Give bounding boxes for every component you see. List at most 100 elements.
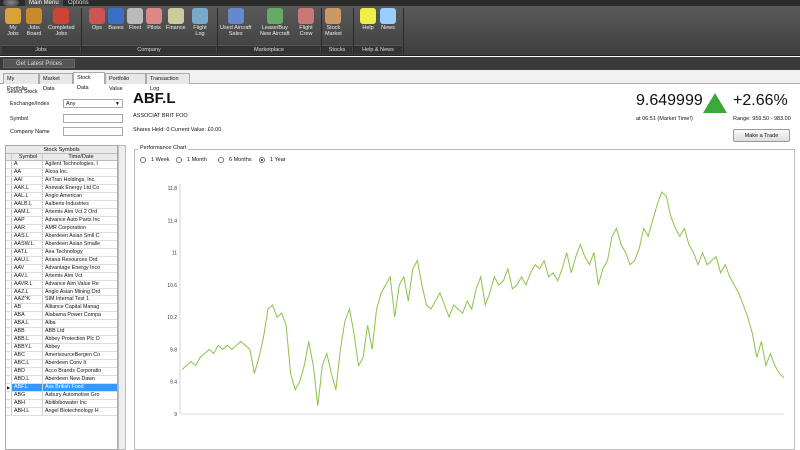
cell-symbol: AAT.L xyxy=(12,248,43,256)
table-row[interactable]: ABC.L Aberdeen Conv It xyxy=(6,360,117,369)
table-row[interactable]: ABA Alabama Power Compa xyxy=(6,312,117,321)
table-row[interactable]: ▶ ABF.L Ass British Food xyxy=(6,384,117,393)
company-name-input[interactable] xyxy=(63,127,123,136)
completed-jobs-button[interactable]: Completed Jobs xyxy=(48,8,75,37)
period-radio-1-month[interactable]: 1 Month xyxy=(176,157,207,163)
ops-button[interactable]: Ops xyxy=(89,8,105,31)
ribbon-separator xyxy=(403,8,404,54)
table-row[interactable]: AAP Advance Auto Parts Inc xyxy=(6,216,117,225)
table-row[interactable]: AAM.L Artemis Aim Vct 2 Ord xyxy=(6,208,117,217)
company-label: Company Name xyxy=(10,129,50,135)
cell-symbol: AAR xyxy=(12,224,43,232)
table-row[interactable]: AB Alliance Capital Manag xyxy=(6,304,117,313)
radio-circle-icon xyxy=(218,157,224,163)
table-row[interactable]: ABBY.L Abbey xyxy=(6,344,117,353)
period-radio-1-year[interactable]: 1 Year xyxy=(259,157,286,163)
chart-title: Performance Chart xyxy=(138,145,189,151)
table-row[interactable]: AAS.L Aberdeen Asian Smll C xyxy=(6,232,117,241)
jobs-button[interactable]: My Jobs xyxy=(5,8,21,37)
table-row[interactable]: AAZ.L Anglo Asian Mining Ord xyxy=(6,288,117,297)
table-row[interactable]: ABH Abitibibowater Inc xyxy=(6,400,117,409)
cell-symbol: AAP xyxy=(12,216,43,224)
ribbon-group-label: Help & News xyxy=(354,45,402,54)
y-tick-label: 9.4 xyxy=(170,380,177,386)
symbol-input[interactable] xyxy=(63,114,123,123)
tab-market-data[interactable]: Market Data xyxy=(39,73,73,92)
pilots-button[interactable]: Pilots xyxy=(146,8,162,31)
tab-transaction-log[interactable]: Transaction Log xyxy=(146,73,190,92)
table-row[interactable]: AAV.L Artemis Aim Vct xyxy=(6,272,117,281)
ribbon-button-label: Flight Crew xyxy=(299,25,313,37)
table-row[interactable]: AAK.L Anewak Energy Ltd Co xyxy=(6,184,117,193)
jobs-board-button[interactable]: Jobs Board xyxy=(26,8,42,37)
table-row[interactable]: ABH.L Angel Biotechnology H xyxy=(6,408,117,416)
lease-buy-button[interactable]: Lease/Buy New Aircraft xyxy=(260,8,290,37)
period-radio-1-week[interactable]: 1 Week xyxy=(140,157,170,163)
tab-stock-data[interactable]: Stock Data xyxy=(73,72,105,91)
table-row[interactable]: AAVR.L Advance Aim Value Re xyxy=(6,280,117,289)
ribbon-button-label: Ops xyxy=(91,25,103,31)
y-tick-label: 10.2 xyxy=(167,315,177,321)
table-row[interactable]: A Agilent Technologies, I xyxy=(6,161,117,169)
news-button[interactable]: News xyxy=(380,8,396,31)
table-row[interactable]: ABG Asbury Automotive Gro xyxy=(6,392,117,401)
col-time-date[interactable]: Time/Date xyxy=(43,154,117,160)
exchange-select[interactable]: Any ▼ xyxy=(63,99,123,108)
cell-name: Advantage Energy Inco xyxy=(45,264,101,271)
y-tick-label: 11 xyxy=(172,251,177,257)
fleet-button[interactable]: Fleet xyxy=(127,8,143,31)
table-row[interactable]: AA Alcoa Inc. xyxy=(6,168,117,177)
cell-name: Artemis Aim Vct 2 Ord xyxy=(45,208,98,215)
flight-log-button[interactable]: Flight Log xyxy=(192,8,208,37)
make-trade-button[interactable]: Make a Trade xyxy=(733,129,790,142)
table-row[interactable]: AAT.L Aea Technology xyxy=(6,248,117,257)
table-row[interactable]: AAI AirTran Holdings, Inc. xyxy=(6,176,117,185)
table-row[interactable]: AAU.L Ariana Resources Ord xyxy=(6,256,117,265)
y-tick-label: 11.4 xyxy=(168,218,178,224)
period-label: 1 Week xyxy=(151,157,170,163)
cell-symbol: AAZ^K xyxy=(12,296,43,304)
cell-symbol: ABA xyxy=(12,312,43,320)
col-symbol[interactable]: Symbol xyxy=(12,154,43,160)
table-row[interactable]: ABD Acco Brands Corporatio xyxy=(6,368,117,377)
bases-button[interactable]: Bases xyxy=(108,8,124,31)
flight-crew-button[interactable]: Flight Crew xyxy=(298,8,314,37)
table-row[interactable]: AAZ^K SIM Internal Test 1 xyxy=(6,296,117,305)
cell-name: Advance Aim Value Re xyxy=(45,280,99,287)
stock-market-button[interactable]: Stock Market xyxy=(325,8,342,37)
table-row[interactable]: AAL.L Anglo American xyxy=(6,192,117,201)
tab-my-portfolio[interactable]: My Portfolio xyxy=(3,73,39,92)
cell-name: Artemis Aim Vct xyxy=(45,272,83,279)
cell-symbol: AAU.L xyxy=(12,256,43,264)
cell-symbol: AAI xyxy=(12,176,43,184)
cell-symbol: AAK.L xyxy=(12,184,43,192)
cell-name: Abitibibowater Inc xyxy=(45,400,87,407)
cell-symbol: ABH.L xyxy=(12,408,43,415)
news-icon xyxy=(380,8,396,24)
radio-circle-icon xyxy=(259,157,265,163)
cell-name: Advance Auto Parts Inc xyxy=(45,216,101,223)
used-aircraft-sales-button[interactable]: Used Aircraft Sales xyxy=(220,8,251,37)
ribbon-group-label: Marketplace xyxy=(218,45,320,54)
table-row[interactable]: ABD.L Aberdeen New Dawn xyxy=(6,376,117,385)
flight-crew-icon xyxy=(298,8,314,24)
jobs-board-icon xyxy=(26,8,42,24)
tab-portfolio-value[interactable]: Portfolio Value xyxy=(105,73,146,92)
period-radio-6-months[interactable]: 6 Months xyxy=(218,157,252,163)
stock-symbols-grid[interactable]: Stock Symbols Symbol Time/Date A Agilent … xyxy=(5,145,118,450)
get-latest-prices-button[interactable]: Get Latest Prices xyxy=(3,59,76,68)
table-row[interactable]: AALB.L Aalberts Industries xyxy=(6,200,117,209)
y-tick-label: 10.6 xyxy=(167,283,177,289)
table-row[interactable]: AAV Advantage Energy Inco xyxy=(6,264,117,273)
grid-scrollbar[interactable] xyxy=(118,145,126,450)
finance-button[interactable]: Finance xyxy=(166,8,186,31)
table-row[interactable]: ABC AmerisourceBergen Co xyxy=(6,352,117,361)
cell-name: AMR Corporation xyxy=(45,224,86,231)
table-row[interactable]: AAR AMR Corporation xyxy=(6,224,117,233)
cell-symbol: AAM.L xyxy=(12,208,43,216)
table-row[interactable]: AASW.L Aberdeen Asian Smalle xyxy=(6,240,117,249)
table-row[interactable]: ABB.L Abbey Protection Plc O xyxy=(6,336,117,345)
help-button[interactable]: Help xyxy=(360,8,376,31)
table-row[interactable]: ABA.L Alba xyxy=(6,320,117,329)
table-row[interactable]: ABB ABB Ltd xyxy=(6,328,117,337)
